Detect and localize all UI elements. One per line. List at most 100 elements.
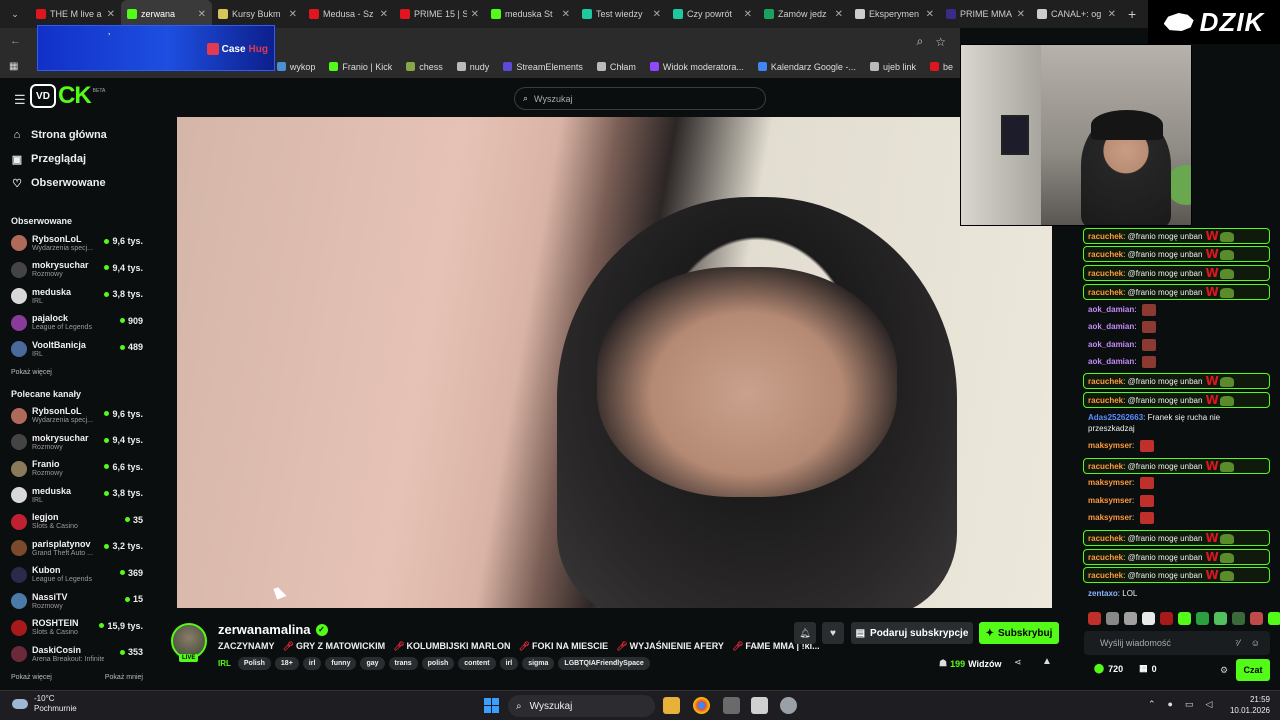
subscribe-button[interactable]: ✦ Subskrybuj — [979, 622, 1059, 644]
browser-tab[interactable]: PRIME MMA ✕ — [940, 0, 1031, 28]
browser-tab[interactable]: Medusa - Sz ✕ — [303, 0, 394, 28]
stream-tag[interactable]: gay — [360, 657, 385, 670]
bookmark-item[interactable]: Franio | Kick — [322, 62, 399, 72]
search-input[interactable]: ⌕ Wyszukaj — [514, 87, 766, 110]
browser-tab[interactable]: PRIME 15 | S ✕ — [394, 0, 485, 28]
browser-tab[interactable]: Czy powrót ✕ — [667, 0, 758, 28]
show-more-followed-link[interactable]: Pokaż więcej — [0, 369, 153, 376]
browser-tab[interactable]: meduska St ✕ — [485, 0, 576, 28]
stream-tag[interactable]: polish — [421, 657, 455, 670]
emote-picker-icon[interactable]: ⁷⁄ — [1235, 638, 1240, 648]
stream-tag[interactable]: trans — [388, 657, 418, 670]
tab-close-icon[interactable]: ✕ — [107, 9, 115, 20]
points-balance[interactable]: ⬤ 720 — [1094, 663, 1123, 674]
windows-start-icon[interactable] — [484, 698, 499, 713]
microphone-icon[interactable]: ● — [1168, 699, 1173, 710]
show-more-recommended-link[interactable]: Pokaż więcej — [0, 674, 52, 681]
chat-username[interactable]: maksymser — [1088, 441, 1132, 450]
video-player[interactable] — [177, 117, 1052, 608]
kick-logo[interactable]: VD CK BETA — [30, 82, 105, 110]
chat-settings-icon[interactable]: ⚙ — [1220, 665, 1228, 676]
stream-tag[interactable]: Polish — [237, 657, 271, 670]
notifications-button[interactable]: 🔔︎ — [794, 622, 816, 644]
quick-emote-icon[interactable] — [1124, 612, 1137, 625]
sidebar-channel[interactable]: legjon Slots & Casino 35 — [0, 509, 153, 536]
browser-tab[interactable]: Test wiedzy ✕ — [576, 0, 667, 28]
browser-tab[interactable]: CANAL+: og ✕ — [1031, 0, 1122, 28]
emoji-icon[interactable]: ☺ — [1251, 638, 1260, 648]
sidebar-channel[interactable]: Kubon League of Legends 369 — [0, 562, 153, 589]
tab-search-button[interactable]: ⌄ — [4, 3, 26, 25]
sidebar-channel[interactable]: NassiTV Rozmowy 15 — [0, 588, 153, 615]
follow-button[interactable]: ♥ — [822, 622, 844, 644]
gift-subs-button[interactable]: ▤ Podaruj subskrypcje — [851, 622, 973, 644]
chat-username[interactable]: racuchek — [1088, 571, 1123, 580]
report-icon[interactable]: ▲ — [1042, 656, 1052, 667]
chat-input[interactable]: Wyślij wiadomość ⁷⁄ ☺ — [1084, 631, 1270, 655]
chat-username[interactable]: Adas25262663 — [1088, 413, 1143, 422]
quick-emote-icon[interactable] — [1088, 612, 1101, 625]
bookmark-item[interactable]: wykop — [270, 62, 323, 72]
nav-item[interactable]: ♡ Obserwowane — [0, 171, 153, 195]
chat-username[interactable]: racuchek — [1088, 377, 1123, 386]
show-less-link[interactable]: Pokaż mniej — [94, 674, 143, 681]
title-expand-chevron-icon[interactable]: ⌄ — [752, 641, 760, 652]
sidebar-channel[interactable]: VooltBanicja IRL 489 — [0, 336, 153, 363]
zoom-icon[interactable]: ⌕ — [917, 34, 924, 49]
send-chat-button[interactable]: Czat — [1236, 659, 1270, 681]
sidebar-channel[interactable]: DaskiCosin Arena Breakout: Infinite 353 — [0, 641, 153, 668]
tab-close-icon[interactable]: ✕ — [471, 9, 479, 20]
chat-username[interactable]: maksymser — [1088, 478, 1132, 487]
tab-close-icon[interactable]: ✕ — [835, 9, 843, 20]
bookmark-item[interactable]: Kalendarz Google -... — [751, 62, 863, 72]
quick-emote-icon[interactable] — [1142, 612, 1155, 625]
browser-tab[interactable]: Kursy Bukm ✕ — [212, 0, 303, 28]
bookmark-item[interactable]: Widok moderatora... — [643, 62, 751, 72]
chat-username[interactable]: aok_damian — [1088, 340, 1134, 349]
tab-close-icon[interactable]: ✕ — [1017, 9, 1025, 20]
browser-tab[interactable]: Eksperymen ✕ — [849, 0, 940, 28]
quick-emote-icon[interactable] — [1196, 612, 1209, 625]
chat-username[interactable]: racuchek — [1088, 232, 1123, 241]
stream-tag[interactable]: irl — [499, 657, 519, 670]
chat-username[interactable]: racuchek — [1088, 534, 1123, 543]
stream-tag[interactable]: 18+ — [274, 657, 299, 670]
browser-tab[interactable]: zerwana ✕ — [121, 0, 212, 28]
new-tab-button[interactable]: + — [1122, 6, 1142, 22]
bookmark-item[interactable]: be — [923, 62, 960, 72]
sidebar-channel[interactable]: RybsonLoL Wydarzenia specj... 9,6 tys. — [0, 403, 153, 430]
chat-username[interactable]: racuchek — [1088, 250, 1123, 259]
tab-close-icon[interactable]: ✕ — [926, 9, 934, 20]
quick-emote-icon[interactable] — [1232, 612, 1245, 625]
chat-username[interactable]: zentaxo — [1088, 589, 1118, 598]
chat-username[interactable]: maksymser — [1088, 496, 1132, 505]
chevron-up-icon[interactable]: ⌃ — [1148, 699, 1156, 710]
file-explorer-icon[interactable] — [663, 697, 680, 714]
browser-tab[interactable]: THE M live a ✕ — [30, 0, 121, 28]
chat-username[interactable]: racuchek — [1088, 396, 1123, 405]
chrome-icon[interactable] — [693, 697, 710, 714]
sidebar-channel[interactable]: pajalock League of Legends 909 — [0, 310, 153, 337]
tab-close-icon[interactable]: ✕ — [198, 9, 206, 20]
clock[interactable]: 21:59 10.01.2026 — [1228, 694, 1270, 716]
bookmark-item[interactable]: StreamElements — [496, 62, 590, 72]
sidebar-channel[interactable]: mokrysuchar Rozmowy 9,4 tys. — [0, 429, 153, 456]
volume-icon[interactable]: ◁ — [1206, 699, 1213, 710]
nav-item[interactable]: ⌂ Strona główna — [0, 123, 153, 147]
chat-username[interactable]: aok_damian — [1088, 357, 1134, 366]
chat-username[interactable]: aok_damian — [1088, 322, 1134, 331]
quick-emote-icon[interactable] — [1106, 612, 1119, 625]
sidebar-channel[interactable]: parisplatynov Grand Theft Auto ... 3,2 tys… — [0, 535, 153, 562]
browser-tab[interactable]: Zamów jedz ✕ — [758, 0, 849, 28]
app-icon-2[interactable] — [751, 697, 768, 714]
sidebar-channel[interactable]: meduska IRL 3,8 tys. — [0, 482, 153, 509]
quick-emote-icon[interactable] — [1178, 612, 1191, 625]
tab-close-icon[interactable]: ✕ — [744, 9, 752, 20]
tab-close-icon[interactable]: ✕ — [289, 9, 297, 20]
bookmark-star-icon[interactable]: ☆ — [935, 35, 946, 49]
app-icon[interactable] — [723, 697, 740, 714]
stream-tag[interactable]: LGBTQIAFriendlySpace — [558, 657, 650, 670]
bookmark-item[interactable]: chess — [399, 62, 450, 72]
quick-emote-icon[interactable] — [1160, 612, 1173, 625]
stream-tag[interactable]: sigma — [522, 657, 555, 670]
